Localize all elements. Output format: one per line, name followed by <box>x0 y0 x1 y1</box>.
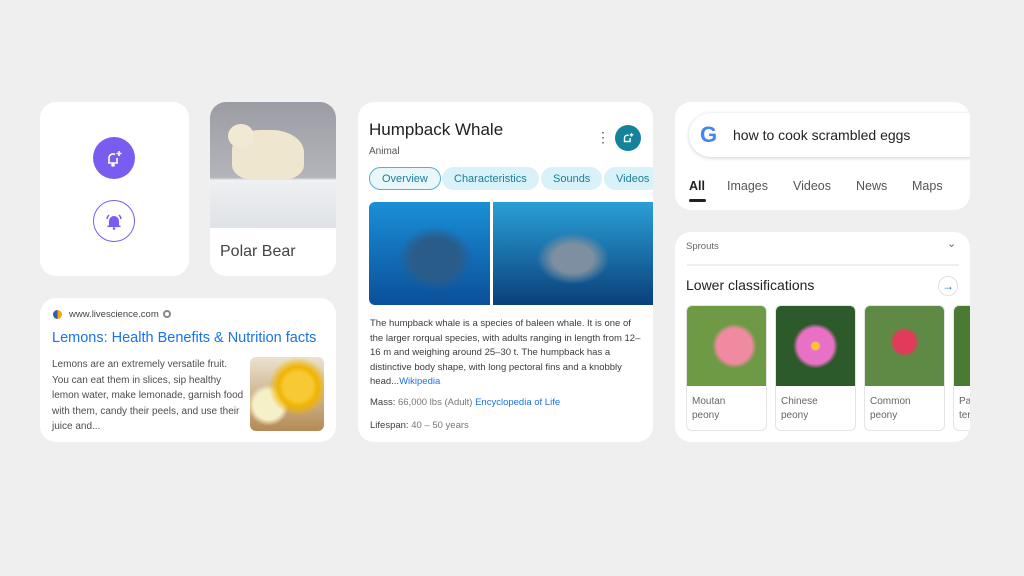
whale-image-2[interactable] <box>493 202 653 305</box>
whale-description: The humpback whale is a species of balee… <box>370 317 642 390</box>
lifespan-row: Lifespan: 40 – 50 years <box>370 420 469 431</box>
search-query[interactable]: how to cook scrambled eggs <box>733 127 910 143</box>
sprouts-section[interactable]: Sprouts <box>686 241 719 252</box>
peony-image <box>687 306 766 386</box>
alerts-card <box>40 102 189 276</box>
whale-title: Humpback Whale <box>369 120 504 139</box>
arrow-right-icon[interactable]: → <box>938 276 958 296</box>
tab-videos[interactable]: Videos <box>793 179 831 193</box>
tab-characteristics[interactable]: Characteristics <box>442 167 539 190</box>
item-name: Moutan peony <box>692 396 726 421</box>
active-tab-indicator <box>689 199 706 202</box>
tab-maps[interactable]: Maps <box>912 179 943 193</box>
classification-item[interactable]: Pa ter <box>953 305 970 431</box>
mass-label: Mass: <box>370 397 396 408</box>
lifespan-value: 40 – 50 years <box>411 420 469 431</box>
site-favicon-icon <box>53 310 62 319</box>
add-alert-button[interactable] <box>93 137 135 179</box>
site-url[interactable]: www.livescience.com <box>69 309 159 320</box>
whale-subtitle: Animal <box>369 146 400 157</box>
section-heading: Lower classifications <box>686 277 815 293</box>
google-logo-icon: G <box>700 122 718 147</box>
tab-all[interactable]: All <box>689 179 705 193</box>
mass-row: Mass: 66,000 lbs (Adult) Encyclopedia of… <box>370 397 560 408</box>
polar-bear-image <box>210 102 336 228</box>
site-info-icon[interactable] <box>163 310 171 318</box>
item-name: Chinese peony <box>781 396 818 421</box>
follow-button[interactable] <box>615 125 641 151</box>
peony-image <box>954 306 970 386</box>
more-options-icon[interactable]: ⋮ <box>596 129 610 146</box>
alert-on-button[interactable] <box>93 200 135 242</box>
lemon-image <box>250 357 324 431</box>
search-card: G how to cook scrambled eggs All Images … <box>675 102 970 210</box>
tab-sounds[interactable]: Sounds <box>541 167 603 190</box>
tab-overview[interactable]: Overview <box>369 167 441 190</box>
eol-link[interactable]: Encyclopedia of Life <box>475 397 560 408</box>
peony-image <box>776 306 855 386</box>
tab-news[interactable]: News <box>856 179 887 193</box>
result-title-link[interactable]: Lemons: Health Benefits & Nutrition fact… <box>52 330 316 346</box>
classification-item[interactable]: Chinese peony <box>775 305 856 431</box>
item-name: Pa ter <box>959 396 970 421</box>
wikipedia-link[interactable]: Wikipedia <box>399 376 440 387</box>
tab-videos[interactable]: Videos <box>604 167 653 190</box>
lemon-result-card[interactable]: www.livescience.com Lemons: Health Benef… <box>40 298 336 442</box>
divider <box>687 264 959 266</box>
item-name: Common peony <box>870 396 911 421</box>
whale-image-1[interactable] <box>369 202 490 305</box>
polar-bear-label: Polar Bear <box>220 243 296 260</box>
classification-card: Sprouts ⌄ Lower classifications → Moutan… <box>675 232 970 442</box>
bell-plus-icon <box>623 133 634 143</box>
classification-item[interactable]: Common peony <box>864 305 945 431</box>
tab-images[interactable]: Images <box>727 179 768 193</box>
result-snippet: Lemons are an extremely versatile fruit.… <box>52 359 244 432</box>
chevron-down-icon[interactable]: ⌄ <box>947 237 956 250</box>
whale-knowledge-card: Humpback Whale Animal ⋮ Overview Charact… <box>358 102 653 442</box>
polar-bear-card[interactable]: Polar Bear <box>210 102 336 276</box>
mass-value: 66,000 lbs (Adult) <box>397 397 473 408</box>
classification-item[interactable]: Moutan peony <box>686 305 767 431</box>
bell-ringing-icon <box>106 214 122 230</box>
bell-plus-icon <box>108 151 122 167</box>
peony-image <box>865 306 944 386</box>
lifespan-label: Lifespan: <box>370 420 409 431</box>
